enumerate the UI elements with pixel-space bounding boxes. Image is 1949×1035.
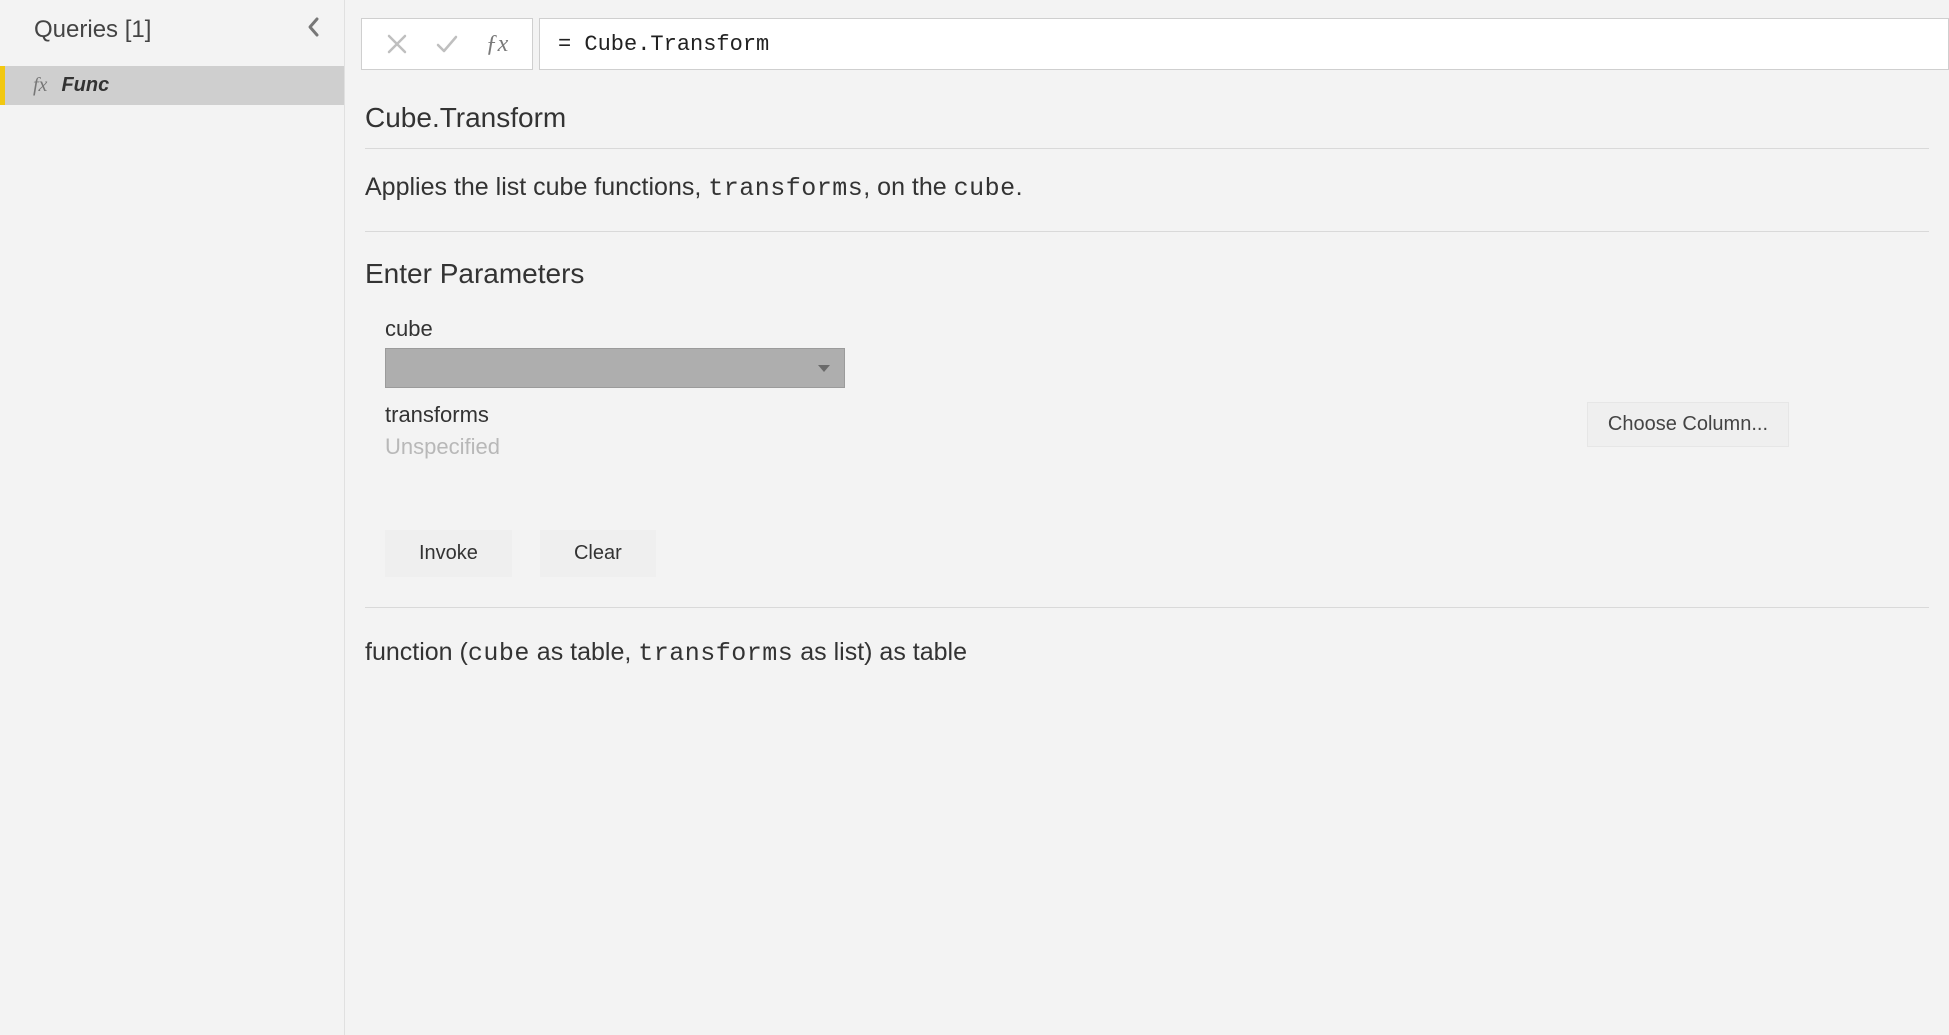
queries-sidebar: Queries [1] fx Func	[0, 0, 345, 1035]
parameters-block: cube transforms Unspecified Choose Colum…	[365, 316, 1929, 460]
function-name: Cube.Transform	[365, 76, 1929, 148]
function-description: Applies the list cube functions, transfo…	[365, 149, 1929, 231]
fx-icon: fx	[33, 74, 47, 97]
desc-mid: , on the	[863, 173, 953, 201]
sig-p2t: as list) as table	[793, 638, 967, 666]
sig-prefix: function (	[365, 638, 468, 666]
fx-icon[interactable]: ƒx	[472, 24, 522, 64]
param-row-transforms: transforms Unspecified Choose Column...	[385, 402, 1929, 460]
formula-input[interactable]: = Cube.Transform	[539, 18, 1949, 70]
param-label-transforms: transforms	[385, 402, 500, 428]
collapse-icon[interactable]	[302, 12, 326, 48]
sidebar-title: Queries [1]	[34, 16, 151, 44]
sidebar-header: Queries [1]	[0, 0, 344, 66]
param-label-cube: cube	[385, 316, 1929, 342]
action-buttons: Invoke Clear	[365, 460, 1929, 607]
invoke-button[interactable]: Invoke	[385, 530, 512, 577]
app-root: Queries [1] fx Func ƒx	[0, 0, 1949, 1035]
formula-text: = Cube.Transform	[558, 32, 769, 57]
confirm-icon[interactable]	[422, 24, 472, 64]
formula-bar-row: ƒx = Cube.Transform	[345, 0, 1949, 76]
sig-p1: cube	[468, 639, 530, 668]
cancel-icon[interactable]	[372, 24, 422, 64]
desc-prefix: Applies the list cube functions,	[365, 173, 708, 201]
chevron-down-icon	[818, 365, 830, 372]
desc-suffix: .	[1016, 173, 1023, 201]
sig-p2: transforms	[638, 639, 793, 668]
main-panel: ƒx = Cube.Transform Cube.Transform Appli…	[345, 0, 1949, 1035]
sig-p1t: as table,	[530, 638, 638, 666]
query-item-func[interactable]: fx Func	[0, 66, 344, 105]
cube-dropdown[interactable]	[385, 348, 845, 388]
formula-controls: ƒx	[361, 18, 533, 70]
parameters-heading: Enter Parameters	[365, 232, 1929, 316]
param-value-transforms: Unspecified	[385, 434, 500, 460]
content-area: Cube.Transform Applies the list cube fun…	[345, 76, 1949, 708]
clear-button[interactable]: Clear	[540, 530, 656, 577]
desc-param-cube: cube	[954, 174, 1016, 203]
function-signature: function (cube as table, transforms as l…	[365, 608, 1929, 688]
query-item-label: Func	[61, 74, 109, 97]
desc-param-transforms: transforms	[708, 174, 863, 203]
choose-column-button[interactable]: Choose Column...	[1587, 402, 1789, 447]
